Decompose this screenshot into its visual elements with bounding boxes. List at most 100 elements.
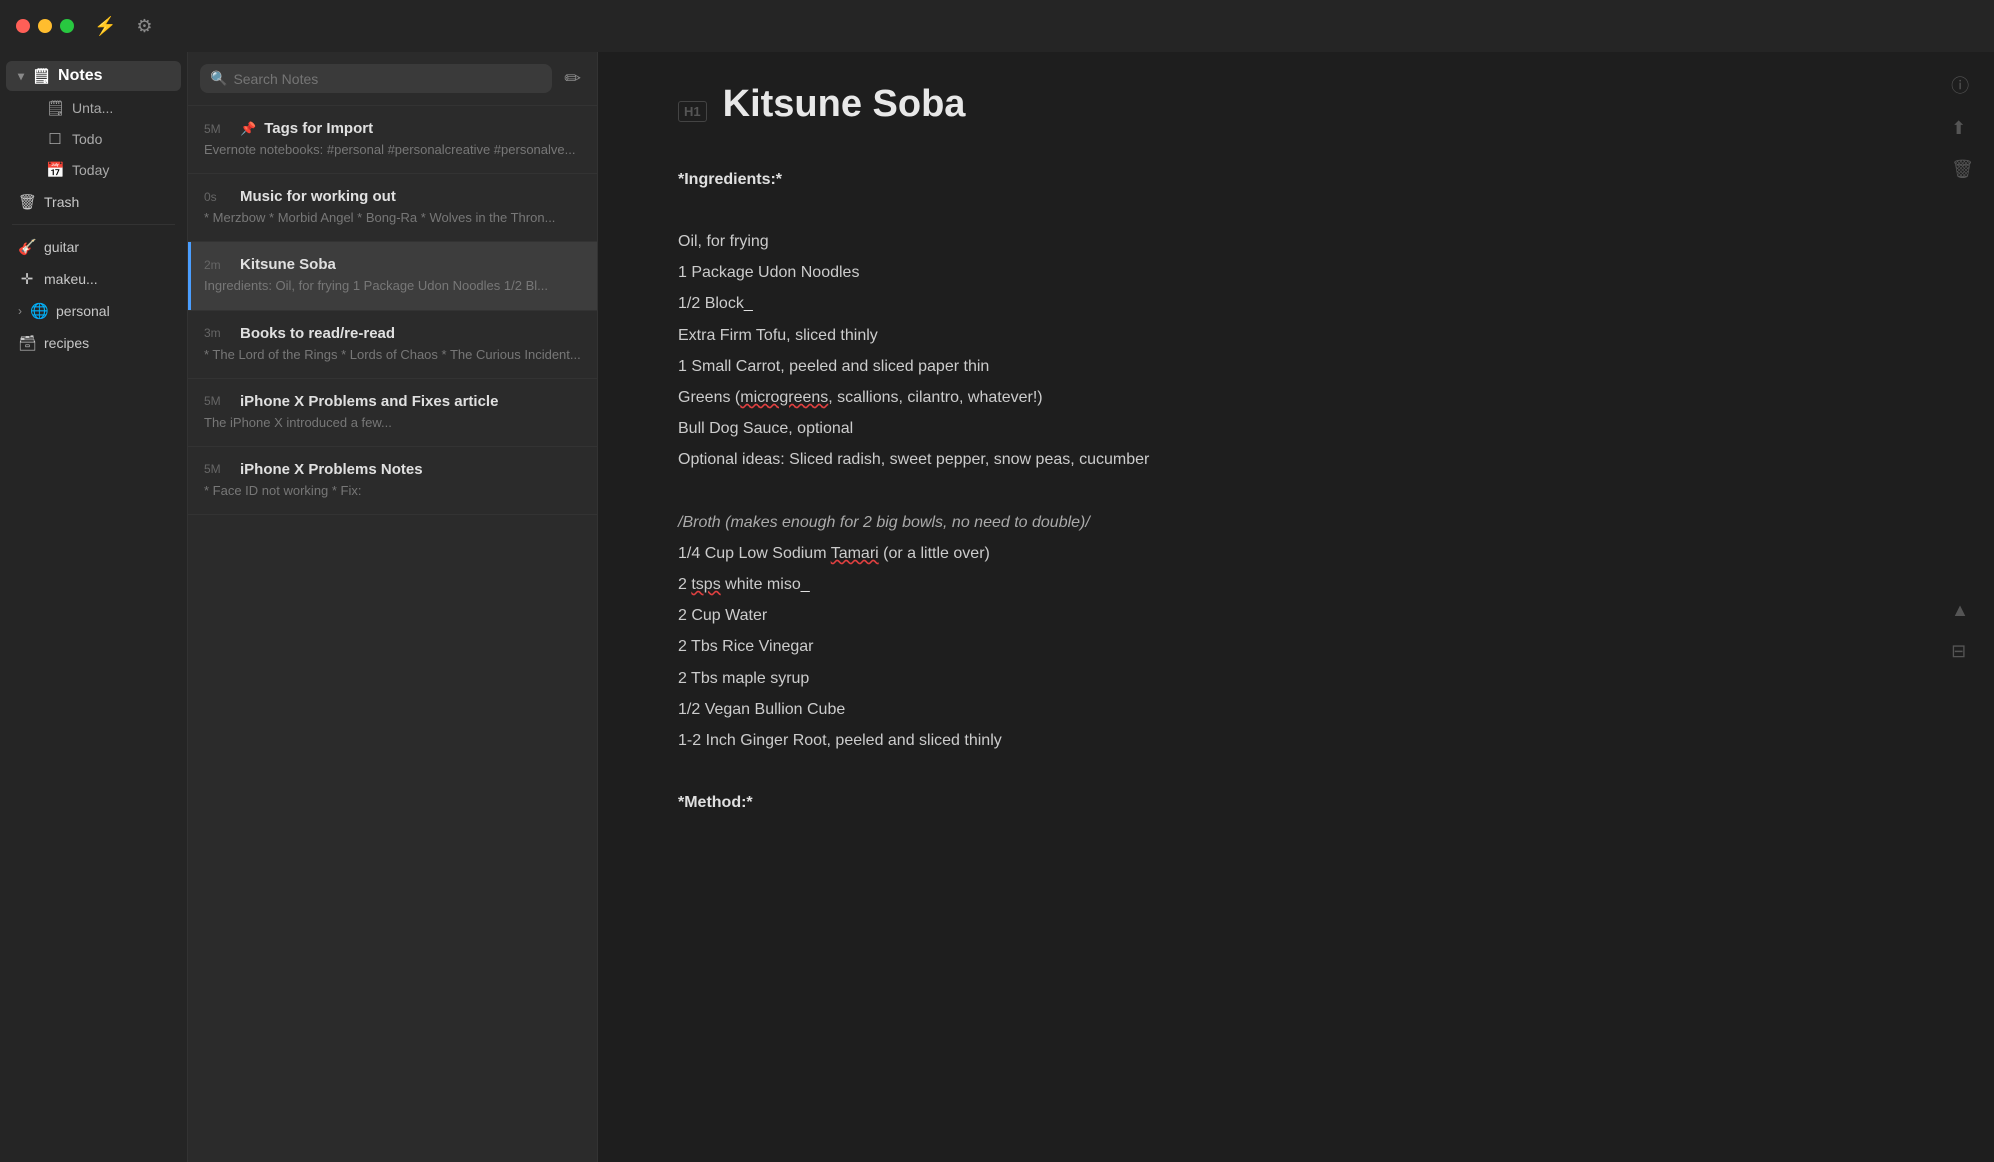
sidebar: ▾ 🗒 Notes 🗒 Unta... ☐ Todo 📅 Today 🗑 Tra… xyxy=(0,52,188,1162)
notes-icon: 🗒 xyxy=(32,67,50,85)
note-item-music-workout[interactable]: 0s Music for working out * Merzbow * Mor… xyxy=(188,174,597,242)
note-time: 5M xyxy=(204,394,232,408)
sidebar-item-untitled[interactable]: 🗒 Unta... xyxy=(34,93,181,123)
note-time: 2m xyxy=(204,258,232,272)
broth-2: 2 tsps white miso xyxy=(678,571,1718,598)
note-meta: 5M 📌 Tags for Import xyxy=(204,120,581,137)
sidebar-item-makeup[interactable]: ✛ makeu... xyxy=(6,264,181,294)
note-preview: * The Lord of the Rings * Lords of Chaos… xyxy=(204,346,581,364)
sidebar-trash-label: Trash xyxy=(44,194,79,210)
more-icon[interactable]: ▲ xyxy=(1951,600,1974,621)
sidebar-sub-items: 🗒 Unta... ☐ Todo 📅 Today xyxy=(0,92,187,186)
note-preview: The iPhone X introduced a few... xyxy=(204,414,581,432)
sidebar-notes-label: Notes xyxy=(58,67,102,85)
note-content-area: ⓘ ⬆ 🗑 ▲ ⊟ H1 Kitsune Soba *Ingredients:*… xyxy=(598,52,1994,1162)
note-title: Books to read/re-read xyxy=(240,325,395,342)
ingredient-6: Greens (microgreens, scallions, cilantro… xyxy=(678,384,1718,411)
note-title-display[interactable]: Kitsune Soba xyxy=(723,82,966,128)
sidebar-item-label: Todo xyxy=(72,131,102,147)
delete-icon[interactable]: 🗑 xyxy=(1951,159,1974,180)
squiggle-microgreens: microgreens xyxy=(740,389,828,406)
note-time: 0s xyxy=(204,190,232,204)
note-preview: * Merzbow * Morbid Angel * Bong-Ra * Wol… xyxy=(204,209,581,227)
notes-list-panel: 🔍 ✏ 5M 📌 Tags for Import Evernote notebo… xyxy=(188,52,598,1162)
ingredient-3: 1/2 Block xyxy=(678,290,1718,317)
makeup-icon: ✛ xyxy=(18,270,36,288)
note-time: 5M xyxy=(204,462,232,476)
note-item-kitsune-soba[interactable]: 2m Kitsune Soba Ingredients: Oil, for fr… xyxy=(188,242,597,310)
note-title: Kitsune Soba xyxy=(240,256,336,273)
note-item-tags-import[interactable]: 5M 📌 Tags for Import Evernote notebooks:… xyxy=(188,106,597,174)
broth-1: 1/4 Cup Low Sodium Tamari (or a little o… xyxy=(678,540,1718,567)
note-item-books-read[interactable]: 3m Books to read/re-read * The Lord of t… xyxy=(188,311,597,379)
note-title: iPhone X Problems and Fixes article xyxy=(240,393,498,410)
squiggle-tamari: Tamari xyxy=(831,545,879,562)
titlebar-icons: ⚡ ⚙ xyxy=(94,16,153,37)
note-item-iphone-problems[interactable]: 5M iPhone X Problems and Fixes article T… xyxy=(188,379,597,447)
note-body[interactable]: *Ingredients:* Oil, for frying 1 Package… xyxy=(678,166,1718,817)
calendar-icon: 📅 xyxy=(46,161,64,179)
sidebar-item-today[interactable]: 📅 Today xyxy=(34,155,181,185)
chevron-down-icon: ▾ xyxy=(18,69,24,83)
format-icon[interactable]: ⊟ xyxy=(1951,641,1974,662)
filter-icon[interactable]: ⚙ xyxy=(136,16,152,37)
note-meta: 5M iPhone X Problems Notes xyxy=(204,461,581,478)
sidebar-item-todo[interactable]: ☐ Todo xyxy=(34,124,181,154)
broth-7: 1-2 Inch Ginger Root, peeled and sliced … xyxy=(678,727,1718,754)
ingredient-7: Bull Dog Sauce, optional xyxy=(678,415,1718,442)
guitar-icon: 🎸 xyxy=(18,238,36,256)
broth-6: 1/2 Vegan Bullion Cube xyxy=(678,696,1718,723)
note-preview: Evernote notebooks: #personal #personalc… xyxy=(204,141,581,159)
sidebar-item-guitar[interactable]: 🎸 guitar xyxy=(6,232,181,262)
note-meta: 0s Music for working out xyxy=(204,188,581,205)
ingredient-5: 1 Small Carrot, peeled and sliced paper … xyxy=(678,353,1718,380)
ingredient-1: Oil, for frying xyxy=(678,228,1718,255)
chevron-right-icon: › xyxy=(18,304,22,318)
note-meta: 5M iPhone X Problems and Fixes article xyxy=(204,393,581,410)
note-title: Tags for Import xyxy=(264,120,373,137)
sidebar-item-notes[interactable]: ▾ 🗒 Notes xyxy=(6,61,181,91)
sidebar-item-label: makeu... xyxy=(44,271,98,287)
titlebar: ⚡ ⚙ xyxy=(0,0,1994,52)
globe-icon: 🌐 xyxy=(30,302,48,320)
cursor xyxy=(744,295,753,312)
new-note-button[interactable]: ✏ xyxy=(560,62,585,95)
broth-header: /Broth (makes enough for 2 big bowls, no… xyxy=(678,514,1090,531)
sidebar-item-label: Unta... xyxy=(72,100,113,116)
recipes-icon: 🗃 xyxy=(18,334,36,352)
search-input[interactable] xyxy=(233,71,542,87)
maximize-button[interactable] xyxy=(60,19,74,33)
sidebar-divider xyxy=(12,224,175,225)
search-input-wrapper[interactable]: 🔍 xyxy=(200,64,552,93)
sidebar-item-trash[interactable]: 🗑 Trash xyxy=(6,187,181,217)
share-icon[interactable]: ⬆ xyxy=(1951,118,1974,139)
heading-label: H1 xyxy=(678,101,707,122)
ingredients-header: *Ingredients:* xyxy=(678,171,782,188)
note-time: 5M xyxy=(204,122,232,136)
traffic-lights xyxy=(16,19,74,33)
minimize-button[interactable] xyxy=(38,19,52,33)
note-preview: * Face ID not working * Fix: xyxy=(204,482,581,500)
note-item-iphone-notes[interactable]: 5M iPhone X Problems Notes * Face ID not… xyxy=(188,447,597,515)
checkbox-icon: ☐ xyxy=(46,130,64,148)
note-preview: Ingredients: Oil, for frying 1 Package U… xyxy=(204,277,581,295)
info-icon[interactable]: ⓘ xyxy=(1951,72,1974,98)
broth-3: 2 Cup Water xyxy=(678,602,1718,629)
sidebar-item-label: recipes xyxy=(44,335,89,351)
squiggle-tsps: tsps xyxy=(691,576,720,593)
main-container: ▾ 🗒 Notes 🗒 Unta... ☐ Todo 📅 Today 🗑 Tra… xyxy=(0,52,1994,1162)
notes-list-scroll[interactable]: 5M 📌 Tags for Import Evernote notebooks:… xyxy=(188,106,597,1162)
trash-icon: 🗑 xyxy=(18,193,36,211)
note-title: Music for working out xyxy=(240,188,396,205)
sidebar-item-personal[interactable]: › 🌐 personal xyxy=(6,296,181,326)
ingredient-8: Optional ideas: Sliced radish, sweet pep… xyxy=(678,446,1718,473)
sidebar-item-recipes[interactable]: 🗃 recipes xyxy=(6,328,181,358)
note-editor: H1 Kitsune Soba *Ingredients:* Oil, for … xyxy=(598,52,1798,881)
search-bar: 🔍 ✏ xyxy=(188,52,597,106)
lightning-icon[interactable]: ⚡ xyxy=(94,16,116,37)
ingredient-2: 1 Package Udon Noodles xyxy=(678,259,1718,286)
broth-4: 2 Tbs Rice Vinegar xyxy=(678,633,1718,660)
note-meta: 3m Books to read/re-read xyxy=(204,325,581,342)
close-button[interactable] xyxy=(16,19,30,33)
note-title: iPhone X Problems Notes xyxy=(240,461,423,478)
